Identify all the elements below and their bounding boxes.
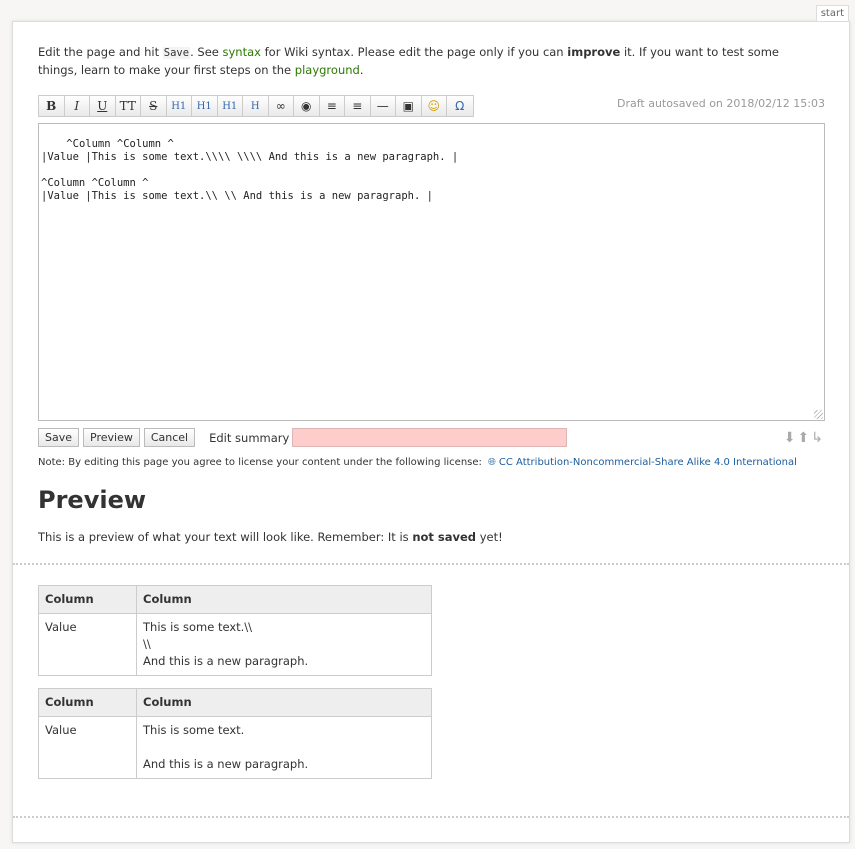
editor-content: ^Column ^Column ^ |Value |This is some t… bbox=[41, 138, 459, 202]
preview-heading: Preview bbox=[38, 486, 147, 514]
monospace-button[interactable]: TT bbox=[115, 96, 141, 116]
higher-heading-button[interactable]: H1 bbox=[217, 96, 243, 116]
editor-size-controls: ⬇ ⬆ ↳ bbox=[784, 430, 823, 446]
table-header: Column bbox=[136, 688, 432, 717]
table-header-row: Column Column bbox=[38, 585, 432, 614]
cell-line: And this is a new paragraph. bbox=[143, 757, 309, 771]
preview-table-2: Column Column Value This is some text. A… bbox=[38, 688, 432, 779]
table-row: Value This is some text. And this is a n… bbox=[38, 716, 432, 779]
table-cell: This is some text. And this is a new par… bbox=[136, 716, 432, 779]
strikethrough-button[interactable]: S bbox=[141, 96, 167, 116]
not-saved-bold: not saved bbox=[412, 530, 477, 544]
edit-actions: Save Preview Cancel Edit summary bbox=[38, 428, 568, 447]
intro-text: Edit the page and hit bbox=[38, 45, 163, 59]
syntax-link[interactable]: syntax bbox=[223, 45, 261, 59]
table-cell: Value bbox=[38, 613, 137, 676]
preview-button[interactable]: Preview bbox=[83, 428, 140, 447]
add-image-button[interactable]: ▣ bbox=[396, 96, 422, 116]
lower-heading-button[interactable]: H1 bbox=[192, 96, 218, 116]
bold-button[interactable]: B bbox=[39, 96, 65, 116]
editor-toolbar: B I U TT S H1 H1 H1 H ∞ ◉ ≡ ≡ — ▣ ☺ Ω bbox=[38, 95, 474, 117]
italic-button[interactable]: I bbox=[64, 96, 90, 116]
cell-line: This is some text. bbox=[143, 723, 245, 737]
save-button[interactable]: Save bbox=[38, 428, 80, 447]
edit-summary-input[interactable] bbox=[292, 428, 568, 447]
arrow-down-icon[interactable]: ⬇ bbox=[784, 430, 796, 446]
unordered-list-button[interactable]: ≡ bbox=[345, 96, 371, 116]
intro-text: for Wiki syntax. Please edit the page on… bbox=[260, 45, 568, 59]
external-link-button[interactable]: ◉ bbox=[294, 96, 320, 116]
underline-button[interactable]: U bbox=[90, 96, 116, 116]
license-note: Note: By editing this page you agree to … bbox=[38, 457, 797, 468]
preview-text: This is a preview of what your text will… bbox=[38, 530, 413, 544]
horizontal-rule-button[interactable]: — bbox=[370, 96, 396, 116]
divider bbox=[13, 816, 849, 818]
cancel-button[interactable]: Cancel bbox=[143, 428, 196, 447]
wrap-toggle-icon[interactable]: ↳ bbox=[811, 430, 823, 446]
cell-line: \\ bbox=[143, 637, 151, 651]
edit-intro: Edit the page and hit Save. See syntax f… bbox=[38, 44, 818, 79]
ordered-list-button[interactable]: ≡ bbox=[319, 96, 345, 116]
playground-link[interactable]: playground bbox=[295, 63, 360, 77]
cell-line bbox=[143, 739, 425, 756]
wiki-text-editor[interactable]: ^Column ^Column ^ |Value |This is some t… bbox=[38, 123, 825, 421]
table-header: Column bbox=[38, 688, 137, 717]
preview-notice: This is a preview of what your text will… bbox=[38, 530, 503, 544]
license-link[interactable]: CC Attribution-Noncommercial-Share Alike… bbox=[499, 457, 797, 468]
preview-text: yet! bbox=[476, 530, 503, 544]
edit-summary-label: Edit summary bbox=[209, 430, 290, 445]
cell-line: This is some text.\\ bbox=[143, 620, 253, 634]
table-cell: This is some text.\\ \\ And this is a ne… bbox=[136, 613, 432, 676]
draft-autosave-note: Draft autosaved on 2018/02/12 15:03 bbox=[616, 97, 825, 110]
table-row: Value This is some text.\\ \\ And this i… bbox=[38, 613, 432, 676]
table-header: Column bbox=[38, 585, 137, 614]
save-code: Save bbox=[162, 47, 191, 59]
intro-text: . bbox=[359, 63, 364, 77]
divider bbox=[13, 563, 849, 565]
smileys-button[interactable]: ☺ bbox=[421, 96, 447, 116]
select-heading-button[interactable]: H bbox=[243, 96, 269, 116]
page-tab-start[interactable]: start bbox=[815, 5, 849, 21]
improve-bold: improve bbox=[567, 45, 621, 59]
page-content: start Edit the page and hit Save. See sy… bbox=[12, 5, 850, 843]
license-text: Note: By editing this page you agree to … bbox=[38, 457, 482, 468]
globe-icon: 🌐︎ bbox=[487, 457, 496, 468]
preview-table-1: Column Column Value This is some text.\\… bbox=[38, 585, 432, 676]
intro-text: . See bbox=[190, 45, 223, 59]
arrow-up-icon[interactable]: ⬆ bbox=[798, 430, 810, 446]
link-button[interactable]: ∞ bbox=[268, 96, 294, 116]
table-header: Column bbox=[136, 585, 432, 614]
same-level-heading-button[interactable]: H1 bbox=[166, 96, 192, 116]
table-header-row: Column Column bbox=[38, 688, 432, 717]
special-chars-button[interactable]: Ω bbox=[447, 96, 473, 116]
cell-line: And this is a new paragraph. bbox=[143, 654, 309, 668]
table-cell: Value bbox=[38, 716, 137, 779]
resize-grip-icon[interactable] bbox=[814, 410, 823, 419]
